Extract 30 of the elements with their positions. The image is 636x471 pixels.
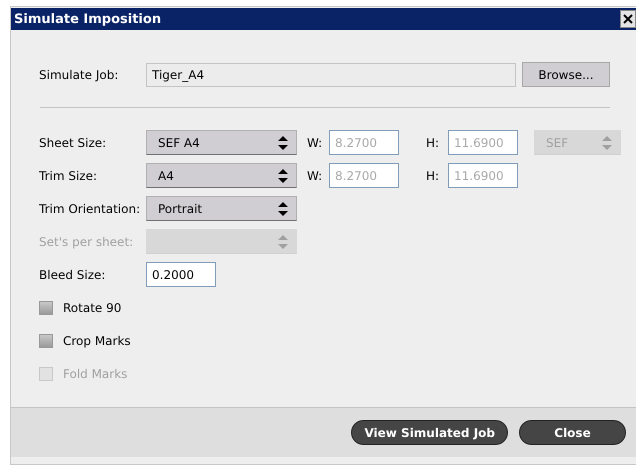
dialog-button[interactable]: View Simulated Job [351,420,508,445]
window-title: Simulate Imposition [14,12,162,26]
field-label: Trim Size: [39,168,98,182]
spinner-arrows-icon [602,136,612,150]
spinner-arrows-icon [278,136,288,150]
dropdown[interactable]: SEF A4 [146,130,297,155]
dialog-button[interactable]: Close [519,420,626,445]
browse-button[interactable]: Browse... [522,62,610,87]
bleed-field[interactable]: 0.2000 [146,262,216,287]
dropdown[interactable]: A4 [146,163,297,188]
field-label: Set's per sheet: [39,234,134,248]
field-label: H: [426,136,440,150]
field-label: W: [307,136,324,150]
field-label: Simulate Job: [39,68,120,82]
field-label: W: [307,168,324,182]
spinner-arrows-icon [278,202,288,216]
field-label: H: [426,168,440,182]
spinner-arrows-icon [278,168,288,182]
spinner-arrows-icon [278,234,288,248]
field-label: Bleed Size: [39,268,106,282]
checkbox[interactable] [39,300,53,314]
close-icon[interactable] [620,10,636,28]
dropdown[interactable]: Portrait [146,196,297,221]
job-field[interactable]: Tiger_A4 [146,62,516,86]
checkbox-label: Fold Marks [63,366,128,380]
field-label: Sheet Size: [39,136,108,150]
checkbox[interactable] [39,334,53,348]
checkbox-label: Crop Marks [63,334,131,348]
field-label: Trim Orientation: [39,202,142,216]
checkbox-label: Rotate 90 [63,300,122,314]
